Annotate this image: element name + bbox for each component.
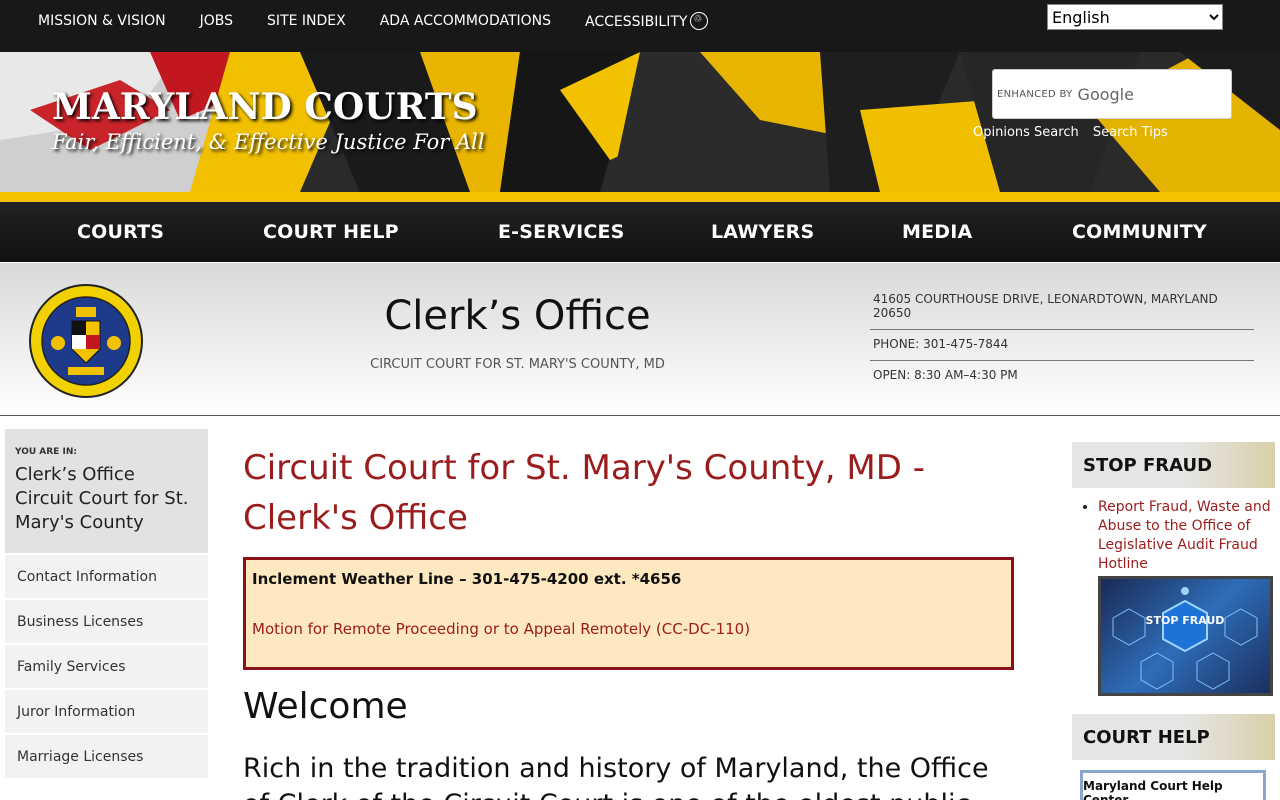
page-title: Circuit Court for St. Mary's County, MD … (243, 448, 925, 538)
court-help-panel: COURT HELP Maryland Court Help Center (1072, 714, 1275, 800)
list-item: Report Fraud, Waste and Abuse to the Off… (1098, 498, 1275, 574)
office-subtitle: CIRCUIT COURT FOR ST. MARY'S COUNTY, MD (370, 357, 665, 372)
sidebar-item-family-services[interactable]: Family Services (5, 643, 208, 688)
intro-paragraph: Rich in the tradition and history of Mar… (243, 753, 989, 800)
stop-fraud-image[interactable]: STOP FRAUD (1098, 576, 1273, 696)
office-title: Clerk’s Office (384, 293, 651, 339)
google-logo: Google (1077, 84, 1134, 104)
utility-bar: MISSION & VISION JOBS SITE INDEX ADA ACC… (0, 0, 1280, 42)
stop-fraud-heading: STOP FRAUD (1072, 442, 1275, 488)
alert-box: Inclement Weather Line – 301-475-4200 ex… (243, 557, 1014, 670)
breadcrumb-item[interactable]: Circuit Court for St. Mary's County (15, 487, 198, 535)
office-contact: 41605 COURTHOUSE DRIVE, LEONARDTOWN, MAR… (870, 285, 1254, 391)
nav-lawyers[interactable]: LAWYERS (711, 221, 814, 243)
fraud-img-label: STOP FRAUD (1146, 614, 1225, 627)
site-index-link[interactable]: SITE INDEX (267, 13, 346, 29)
sidebar-item-marriage-licenses[interactable]: Marriage Licenses (5, 733, 208, 778)
weather-line: Inclement Weather Line – 301-475-4200 ex… (252, 570, 682, 588)
stop-fraud-panel: STOP FRAUD Report Fraud, Waste and Abuse… (1072, 442, 1275, 696)
sidebar-item-business-licenses[interactable]: Business Licenses (5, 598, 208, 643)
site-tagline: Fair, Efficient, & Effective Justice For… (52, 130, 485, 154)
main-nav: COURTS COURT HELP E-SERVICES LAWYERS MED… (0, 202, 1280, 262)
remote-proceeding-link[interactable]: Motion for Remote Proceeding or to Appea… (252, 620, 1005, 638)
site-search-input[interactable]: ENHANCED BY Google (992, 69, 1232, 119)
court-help-heading: COURT HELP (1072, 714, 1275, 760)
jobs-link[interactable]: JOBS (200, 13, 233, 29)
county-seal-icon[interactable] (28, 283, 144, 399)
nav-community[interactable]: COMMUNITY (1072, 221, 1207, 243)
main-content: Circuit Court for St. Mary's County, MD … (243, 443, 1015, 800)
accessibility-icon (690, 12, 709, 30)
language-select[interactable]: English (1047, 4, 1223, 30)
nav-e-services[interactable]: E-SERVICES (498, 221, 625, 243)
office-header: Clerk’s Office CIRCUIT COURT FOR ST. MAR… (0, 263, 1280, 416)
accessibility-label: ACCESSIBILITY (585, 14, 688, 30)
search-links: Opinions Search Search Tips (973, 125, 1178, 140)
accessibility-link[interactable]: ACCESSIBILITY (585, 12, 709, 30)
fraud-list: Report Fraud, Waste and Abuse to the Off… (1072, 498, 1275, 574)
court-help-center-button[interactable]: Maryland Court Help Center (1080, 770, 1266, 800)
ada-accommodations-link[interactable]: ADA ACCOMMODATIONS (380, 13, 551, 29)
nav-court-help[interactable]: COURT HELP (263, 221, 399, 243)
breadcrumb-label: YOU ARE IN: (15, 447, 77, 457)
nav-media[interactable]: MEDIA (902, 221, 972, 243)
sidebar-item-contact-information[interactable]: Contact Information (5, 553, 208, 598)
office-hours: OPEN: 8:30 AM–4:30 PM (873, 368, 1018, 382)
search-enhanced-label: ENHANCED BY (997, 88, 1073, 100)
gold-strip (0, 192, 1280, 202)
office-address: 41605 COURTHOUSE DRIVE, LEONARDTOWN, MAR… (870, 285, 1254, 330)
breadcrumb: YOU ARE IN: Clerk’s Office Circuit Court… (5, 429, 208, 553)
breadcrumb-item[interactable]: Clerk’s Office (15, 463, 198, 487)
office-phone[interactable]: PHONE: 301-475-7844 (870, 330, 1254, 361)
mission-vision-link[interactable]: MISSION & VISION (38, 13, 166, 29)
welcome-heading: Welcome (243, 686, 408, 727)
nav-courts[interactable]: COURTS (77, 221, 164, 243)
search-tips-link[interactable]: Search Tips (1093, 125, 1168, 140)
fraud-hotline-link[interactable]: Report Fraud, Waste and Abuse to the Off… (1098, 499, 1271, 572)
site-title[interactable]: MARYLAND COURTS (52, 86, 478, 128)
opinions-search-link[interactable]: Opinions Search (973, 125, 1079, 140)
sidebar-item-juror-information[interactable]: Juror Information (5, 688, 208, 733)
left-sidebar: YOU ARE IN: Clerk’s Office Circuit Court… (5, 429, 208, 778)
